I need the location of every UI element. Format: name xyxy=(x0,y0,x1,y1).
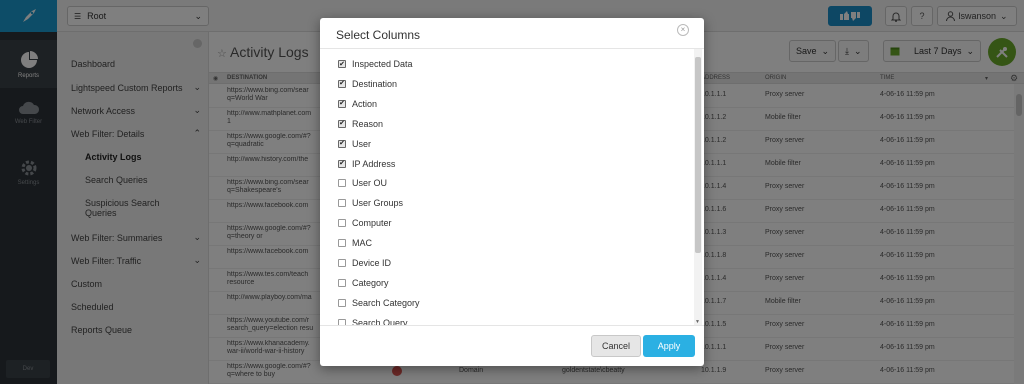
checkbox[interactable]: ✔ xyxy=(338,79,346,88)
column-option[interactable]: User Groups xyxy=(338,196,403,210)
checkbox[interactable] xyxy=(338,199,346,208)
cancel-button[interactable]: Cancel xyxy=(591,335,641,357)
checkbox[interactable]: ✔ xyxy=(338,60,346,68)
checkbox[interactable] xyxy=(338,278,346,287)
checkbox[interactable] xyxy=(338,239,346,248)
column-option-label: MAC xyxy=(352,238,372,249)
column-option-label: Device ID xyxy=(352,258,392,268)
checkbox[interactable] xyxy=(338,179,346,188)
checkbox[interactable] xyxy=(338,219,346,228)
select-columns-dialog: Select Columns × ✔ Inspected Data ✔ Destina… xyxy=(320,18,704,366)
app-window: Reports Web Filter Settings Dev ☰ Root ⌄… xyxy=(0,0,1024,384)
column-option[interactable]: Category xyxy=(338,276,389,290)
column-option[interactable]: User OU xyxy=(338,176,387,190)
checkbox[interactable]: ✔ xyxy=(338,139,346,148)
column-option-label: Computer xyxy=(352,218,392,229)
column-option-label: User xyxy=(352,138,372,149)
scroll-down-arrow-icon[interactable]: ▼ xyxy=(695,319,700,325)
column-option[interactable]: ✔ User xyxy=(338,137,371,151)
column-option-label: Reason xyxy=(352,118,384,129)
checkbox[interactable] xyxy=(338,298,346,307)
column-option[interactable]: ✔ Action xyxy=(338,97,377,111)
column-option-label: Action xyxy=(352,98,378,109)
column-option-label: Inspected Data xyxy=(352,59,413,69)
checkbox[interactable] xyxy=(338,259,346,267)
column-option-label: Category xyxy=(352,277,389,288)
scrollbar-thumb[interactable] xyxy=(695,57,701,253)
column-options-list: ✔ Inspected Data ✔ Destination ✔ Action ✔ Reaso… xyxy=(320,48,704,326)
close-icon[interactable]: × xyxy=(677,24,689,36)
dialog-title: Select Columns xyxy=(336,28,421,42)
column-option[interactable]: Computer xyxy=(338,216,392,230)
column-option[interactable]: MAC xyxy=(338,236,372,250)
column-option-label: IP Address xyxy=(352,158,396,169)
checkbox[interactable]: ✔ xyxy=(338,99,346,108)
column-option[interactable]: ✔ Destination xyxy=(338,77,397,91)
column-option-label: User OU xyxy=(352,178,388,189)
dialog-scrollbar[interactable]: ▼ xyxy=(694,49,702,325)
checkbox[interactable] xyxy=(338,318,346,325)
apply-button[interactable]: Apply xyxy=(643,335,695,357)
column-option[interactable]: ✔ Inspected Data xyxy=(338,57,413,71)
column-option-label: Destination xyxy=(352,78,398,89)
column-option[interactable]: ✔ Reason xyxy=(338,117,383,131)
checkbox[interactable]: ✔ xyxy=(338,159,346,168)
column-option[interactable]: Search Category xyxy=(338,296,420,310)
column-option[interactable]: ✔ IP Address xyxy=(338,157,395,171)
checkbox[interactable]: ✔ xyxy=(338,119,346,128)
column-option-label: Search Query xyxy=(352,317,408,326)
column-option[interactable]: Device ID xyxy=(338,256,391,270)
column-option[interactable]: Search Query xyxy=(338,316,408,326)
column-option-label: User Groups xyxy=(352,198,404,209)
column-option-label: Search Category xyxy=(352,297,420,308)
